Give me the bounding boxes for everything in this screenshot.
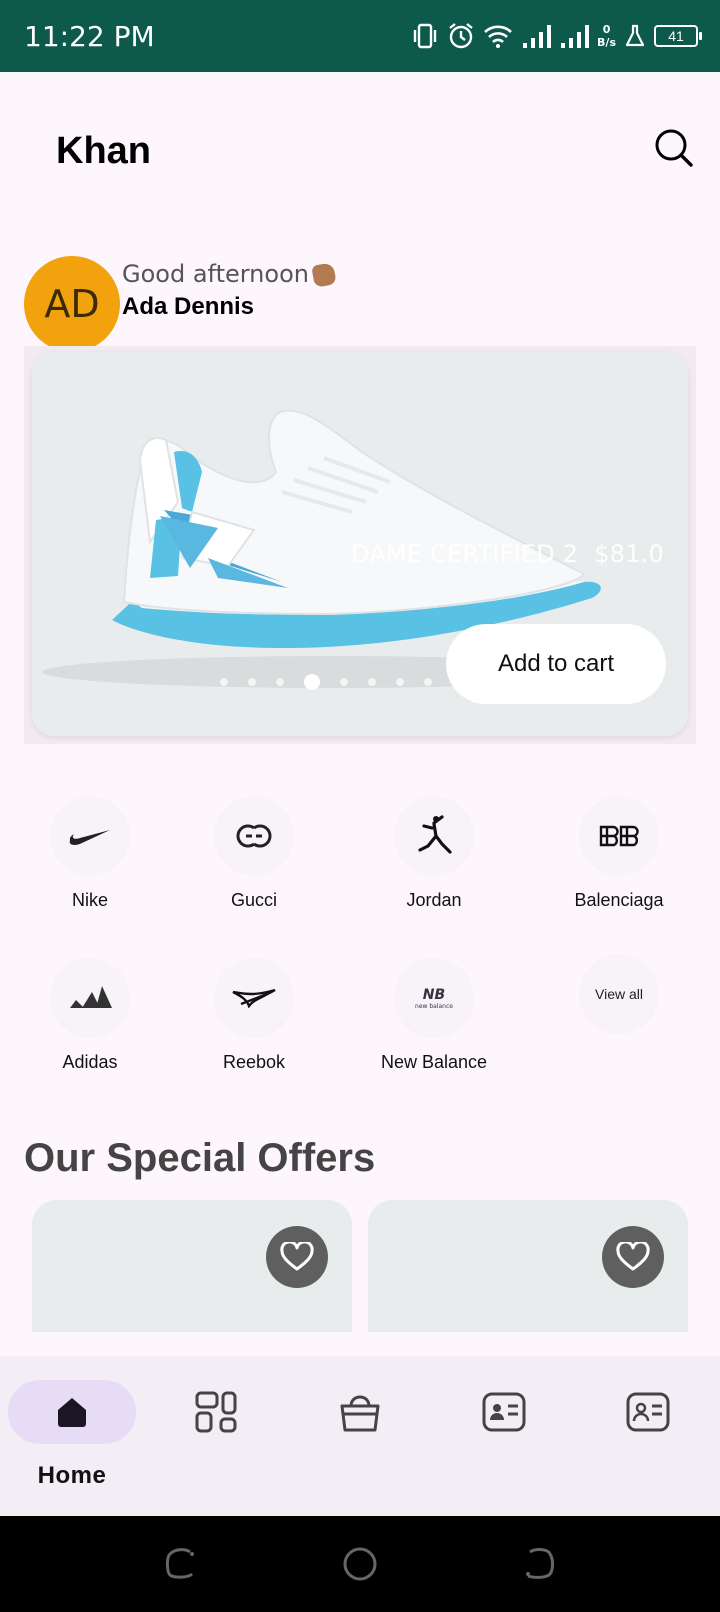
profile-card-icon: [626, 1392, 670, 1432]
back-icon[interactable]: [522, 1546, 556, 1580]
contact-card-icon: [482, 1392, 526, 1432]
brand-new-balance[interactable]: NB new balance New Balance: [359, 958, 509, 1073]
jordan-logo-icon: [418, 815, 452, 854]
bottom-navigation: Home: [0, 1356, 720, 1516]
product-name: DAME CERTIFIED 2: [351, 540, 579, 568]
nike-logo-icon: [69, 830, 110, 845]
add-to-cart-button[interactable]: Add to cart: [446, 624, 666, 704]
carousel-dot[interactable]: [368, 678, 376, 686]
carousel-indicator: [220, 674, 432, 690]
nav-shop[interactable]: [296, 1380, 424, 1444]
avatar[interactable]: AD: [24, 256, 120, 352]
carousel-dot[interactable]: [424, 678, 432, 686]
carousel-dot[interactable]: [340, 678, 348, 686]
product-caption: DAME CERTIFIED 2 $81.0: [351, 540, 664, 568]
home-icon: [58, 1398, 86, 1427]
net-speed-value: 0: [602, 23, 611, 36]
reebok-logo-icon: [232, 988, 276, 1008]
search-icon: [655, 129, 693, 167]
status-bar: 11:22 PM 0 B/s 41: [0, 0, 720, 72]
brand-logo-circle: [394, 796, 474, 876]
carousel-dot[interactable]: [220, 678, 228, 686]
brand-adidas[interactable]: Adidas: [15, 958, 165, 1073]
nav-indicator: [152, 1380, 280, 1444]
net-speed: 0 B/s: [597, 23, 616, 49]
nav-indicator: [8, 1380, 136, 1444]
battery-level: 41: [668, 28, 684, 44]
brand-label: Balenciaga: [574, 890, 664, 910]
brand-label: Adidas: [62, 1052, 118, 1072]
svg-text:NB: NB: [423, 987, 445, 1003]
section-title: Our Special Offers: [24, 1136, 376, 1180]
recents-icon[interactable]: [164, 1546, 198, 1580]
grid-icon: [195, 1391, 237, 1433]
offer-card[interactable]: [368, 1200, 688, 1332]
heart-icon: [616, 1242, 650, 1271]
promo-carousel[interactable]: DAME CERTIFIED 2 $81.0 Add to cart: [24, 346, 696, 744]
gucci-logo-icon: [236, 824, 272, 848]
promo-slide[interactable]: DAME CERTIFIED 2 $81.0 Add to cart: [32, 352, 688, 736]
wifi-icon: [484, 25, 512, 48]
flask-icon: [625, 24, 645, 47]
brand-logo-circle: [579, 796, 659, 876]
view-all-label: View all: [595, 986, 643, 1002]
nav-home[interactable]: Home: [8, 1380, 136, 1490]
nav-contacts[interactable]: [440, 1380, 568, 1444]
brand-label: Reebok: [222, 1052, 286, 1072]
balenciaga-logo-icon: [599, 825, 639, 847]
brand-nike[interactable]: Nike: [15, 796, 165, 911]
avatar-initials: AD: [44, 282, 100, 326]
signal-icon: [561, 25, 590, 48]
brand-logo-circle: [214, 796, 294, 876]
carousel-dot[interactable]: [396, 678, 404, 686]
carousel-dot-active[interactable]: [304, 674, 320, 690]
status-icons: 0 B/s 41: [411, 18, 702, 54]
carousel-dot[interactable]: [248, 678, 256, 686]
alarm-icon: [449, 23, 473, 49]
svg-text:new balance: new balance: [415, 1003, 453, 1010]
vibrate-icon: [413, 23, 437, 49]
brand-balenciaga[interactable]: Balenciaga: [544, 796, 694, 911]
brand-gucci[interactable]: Gucci: [179, 796, 329, 911]
new-balance-logo-icon: NBnew balance: [415, 987, 453, 1010]
brand-logo-circle: [50, 958, 130, 1038]
page-title: Khan: [56, 130, 151, 172]
view-all-brands-button[interactable]: View all: [544, 954, 694, 1034]
offer-card[interactable]: [32, 1200, 352, 1332]
brand-logo-circle: NB new balance: [394, 958, 474, 1038]
signal-icon: [523, 25, 552, 48]
brand-reebok[interactable]: Reebok: [179, 958, 329, 1073]
waving-hand-icon: [311, 262, 337, 288]
view-all-circle: View all: [579, 954, 659, 1034]
brand-logo-circle: [50, 796, 130, 876]
favorite-button[interactable]: [602, 1226, 664, 1288]
shopping-bag-icon: [340, 1395, 380, 1432]
brand-label: Gucci: [230, 890, 277, 910]
brand-label: New Balance: [380, 1052, 488, 1072]
nav-indicator: [296, 1380, 424, 1444]
product-price: $81.0: [594, 540, 664, 568]
battery-icon: 41: [654, 25, 702, 47]
system-navigation-bar: [0, 1516, 720, 1612]
home-circle-icon[interactable]: [342, 1546, 378, 1582]
nav-label: Home: [37, 1462, 107, 1489]
net-speed-unit: B/s: [597, 36, 616, 49]
greeting-message: Good afternoon: [122, 260, 337, 288]
brand-label: Jordan: [406, 890, 462, 910]
nav-categories[interactable]: [152, 1380, 280, 1444]
brand-jordan[interactable]: Jordan: [359, 796, 509, 911]
status-time: 11:22 PM: [24, 20, 155, 53]
heart-icon: [280, 1242, 314, 1271]
brand-label: Nike: [71, 890, 108, 910]
user-name: Ada Dennis: [122, 293, 255, 320]
nav-indicator: [440, 1380, 568, 1444]
favorite-button[interactable]: [266, 1226, 328, 1288]
search-button[interactable]: [654, 128, 698, 172]
carousel-dot[interactable]: [276, 678, 284, 686]
brand-logo-circle: [214, 958, 294, 1038]
adidas-logo-icon: [70, 986, 112, 1008]
greeting-text: Good afternoon: [122, 260, 309, 288]
nav-profile[interactable]: [584, 1380, 712, 1444]
nav-indicator: [584, 1380, 712, 1444]
